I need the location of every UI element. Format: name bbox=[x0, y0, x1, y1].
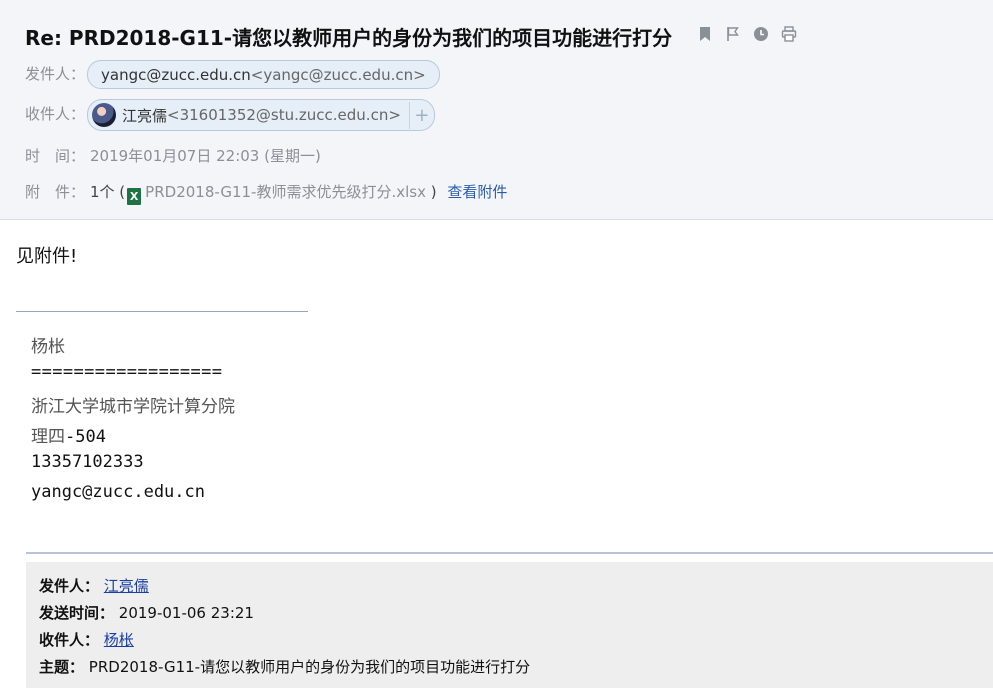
quote-sent-label: 发送时间： bbox=[39, 604, 115, 622]
time-row: 时 间： 2019年01月07日 22:03 (星期一) bbox=[25, 145, 321, 166]
to-contact-pill[interactable]: 江亮儒 <31601352@stu.zucc.edu.cn> + bbox=[87, 99, 435, 131]
attachment-count: 1个 ( bbox=[90, 183, 126, 201]
to-row: 收件人： bbox=[25, 103, 85, 124]
excel-file-icon: X bbox=[127, 188, 142, 205]
from-email: yangc@zucc.edu.cn bbox=[101, 65, 251, 84]
view-attachment-link[interactable]: 查看附件 bbox=[447, 183, 507, 201]
avatar bbox=[92, 103, 116, 127]
mail-header: Re: PRD2018-G11-请您以教师用户的身份为我们的项目功能进行打分 发… bbox=[0, 0, 993, 220]
signature-room-prefix: 理四 bbox=[31, 427, 65, 447]
signature-room: 理四-504 bbox=[31, 422, 106, 447]
to-name: 江亮儒 bbox=[122, 106, 168, 125]
quote-subject-label: 主题： bbox=[39, 658, 85, 676]
quote-sent-value: 2019-01-06 23:21 bbox=[118, 604, 254, 622]
quote-from-label: 发件人： bbox=[39, 577, 100, 595]
signature-name: 杨枨 bbox=[31, 337, 65, 357]
from-contact-pill[interactable]: yangc@zucc.edu.cn <yangc@zucc.edu.cn> bbox=[87, 60, 440, 89]
attachment-filename[interactable]: PRD2018-G11-教师需求优先级打分.xlsx bbox=[145, 183, 426, 201]
bookmark-icon[interactable] bbox=[696, 25, 714, 43]
time-value: 2019年01月07日 22:03 (星期一) bbox=[90, 147, 321, 165]
mail-subject: Re: PRD2018-G11-请您以教师用户的身份为我们的项目功能进行打分 bbox=[25, 26, 673, 50]
to-label: 收件人： bbox=[25, 105, 86, 123]
mail-body-text: 见附件! bbox=[16, 246, 78, 267]
signature-rule: ================== bbox=[31, 362, 223, 382]
from-address: <yangc@zucc.edu.cn> bbox=[250, 65, 426, 84]
attachment-label: 附 件： bbox=[25, 183, 86, 201]
signature-divider bbox=[16, 311, 308, 312]
quote-from-row: 发件人： 江亮儒 bbox=[39, 575, 149, 596]
signature-email[interactable]: yangc@zucc.edu.cn bbox=[31, 482, 205, 502]
print-icon[interactable] bbox=[780, 25, 798, 43]
quote-divider bbox=[26, 552, 993, 554]
quote-from-link[interactable]: 江亮儒 bbox=[104, 577, 149, 595]
flag-icon[interactable] bbox=[724, 25, 742, 43]
clock-icon[interactable] bbox=[752, 25, 770, 43]
from-row: 发件人： bbox=[25, 63, 85, 84]
quote-to-link[interactable]: 杨枨 bbox=[104, 631, 134, 649]
signature-room-suffix: -504 bbox=[65, 427, 106, 447]
signature-phone: 13357102333 bbox=[31, 452, 144, 472]
add-contact-button[interactable]: + bbox=[408, 101, 434, 129]
attachment-close-paren: ) bbox=[430, 183, 437, 201]
from-label: 发件人： bbox=[25, 65, 86, 83]
attachment-row: 附 件： 1个 (X PRD2018-G11-教师需求优先级打分.xlsx ) 查看… bbox=[25, 181, 507, 205]
quote-to-row: 收件人： 杨枨 bbox=[39, 629, 134, 650]
quote-sent-row: 发送时间： 2019-01-06 23:21 bbox=[39, 602, 254, 623]
mail-toolbar bbox=[696, 25, 798, 43]
to-address: <31601352@stu.zucc.edu.cn> bbox=[167, 106, 401, 124]
time-label: 时 间： bbox=[25, 147, 86, 165]
quoted-message-header: 发件人： 江亮儒 发送时间： 2019-01-06 23:21 收件人： 杨枨 … bbox=[26, 562, 993, 688]
quote-subject-value: PRD2018-G11-请您以教师用户的身份为我们的项目功能进行打分 bbox=[88, 658, 531, 676]
signature-org: 浙江大学城市学院计算分院 bbox=[31, 397, 235, 417]
quote-to-label: 收件人： bbox=[39, 631, 100, 649]
quote-subject-row: 主题： PRD2018-G11-请您以教师用户的身份为我们的项目功能进行打分 bbox=[39, 656, 530, 677]
